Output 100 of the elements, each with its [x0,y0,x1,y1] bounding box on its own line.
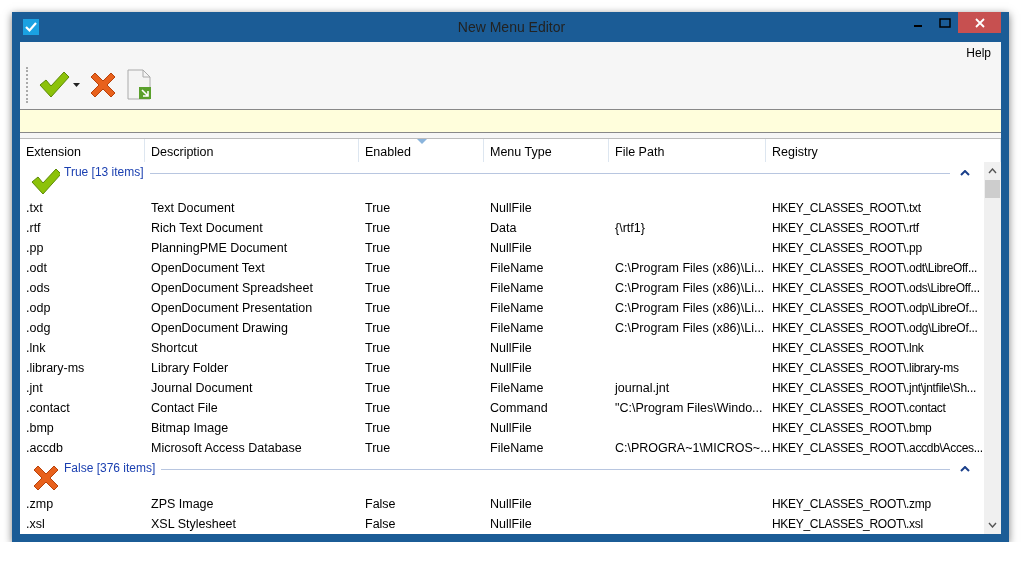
maximize-icon[interactable] [938,17,951,28]
table-cell: True [365,241,391,255]
table-cell: NullFile [490,497,532,511]
table-cell: C:\PROGRA~1\MICROS~... [615,441,771,455]
table-cell: HKEY_CLASSES_ROOT\.txt [772,201,921,215]
column-header[interactable]: Extension [20,139,145,162]
table-cell: True [365,361,391,375]
table-cell: PlanningPME Document [151,241,288,255]
table-cell: HKEY_CLASSES_ROOT\.odg\LibreOf... [772,321,978,335]
table-cell: FileName [490,381,544,395]
table-cell: HKEY_CLASSES_ROOT\.lnk [772,341,924,355]
table-cell: OpenDocument Presentation [151,301,313,315]
table-cell: .contact [26,401,70,415]
table-cell: .txt [26,201,43,215]
scroll-thumb[interactable] [985,180,1000,198]
table-cell: {\rtf1} [615,221,645,235]
table-cell: HKEY_CLASSES_ROOT\.library-ms [772,361,959,375]
table-cell: False [365,517,396,531]
table-cell: journal.jnt [615,381,670,395]
group-label[interactable]: True [13 items] [64,165,144,179]
table-cell: True [365,221,391,235]
table-cell: .xsl [26,517,45,531]
table-cell: HKEY_CLASSES_ROOT\.accdb\Acces... [772,441,983,455]
table-cell: .bmp [26,421,54,435]
table-cell: NullFile [490,201,532,215]
table-cell: True [365,421,391,435]
scroll-up-icon[interactable] [988,168,997,174]
table-cell: NullFile [490,341,532,355]
table-cell: .odt [26,261,47,275]
table-cell: HKEY_CLASSES_ROOT\.rtf [772,221,919,235]
table-cell: HKEY_CLASSES_ROOT\.xsl [772,517,923,531]
filter-field[interactable] [20,109,1001,133]
table-cell: True [365,301,391,315]
dropdown-caret-icon[interactable] [73,83,80,87]
table-cell: .ods [26,281,50,295]
column-header[interactable]: File Path [609,139,766,162]
table-cell: ZPS Image [151,497,214,511]
table-cell: Bitmap Image [151,421,229,435]
table-cell: True [365,341,391,355]
table-cell: OpenDocument Text [151,261,265,275]
table-cell: True [365,321,391,335]
table-cell: NullFile [490,361,532,375]
table-cell: Shortcut [151,341,198,355]
column-header[interactable]: Enabled [359,139,484,162]
table-cell: XSL Stylesheet [151,517,236,531]
table-cell: OpenDocument Drawing [151,321,288,335]
table-cell: FileName [490,261,544,275]
table-cell: FileName [490,441,544,455]
collapse-chevron-icon[interactable] [960,170,970,176]
table-cell: C:\Program Files (x86)\Li... [615,301,765,315]
table-cell: Rich Text Document [151,221,263,235]
table-cell: Microsoft Access Database [151,441,302,455]
app-icon [23,19,39,35]
table-cell: FileName [490,301,544,315]
column-header[interactable]: Description [145,139,359,162]
column-header[interactable]: Menu Type [484,139,609,162]
table-cell: .jnt [26,381,43,395]
window-title: New Menu Editor [457,19,566,35]
collapse-chevron-icon[interactable] [960,466,970,472]
table-cell: FileName [490,281,544,295]
table-cell: .odp [26,301,51,315]
table-cell: OpenDocument Spreadsheet [151,281,313,295]
close-button[interactable] [958,12,1001,33]
table-cell: True [365,201,391,215]
table-cell: Data [490,221,517,235]
table-cell: False [365,497,396,511]
table-cell: HKEY_CLASSES_ROOT\.ods\LibreOff... [772,281,980,295]
table-cell: Library Folder [151,361,229,375]
table-cell: Command [490,401,548,415]
table-cell: HKEY_CLASSES_ROOT\.odp\LibreOf... [772,301,978,315]
table-cell: .odg [26,321,51,335]
menu-item[interactable]: Help [966,46,991,64]
table-cell: True [365,381,391,395]
table-cell: FileName [490,321,544,335]
close-icon[interactable] [974,17,985,28]
table-cell: NullFile [490,241,532,255]
scroll-down-icon[interactable] [988,522,997,528]
table-cell: Contact File [151,401,218,415]
table-cell: .zmp [26,497,54,511]
table-cell: True [365,281,391,295]
table-cell: .rtf [26,221,41,235]
group-label[interactable]: False [376 items] [64,461,156,475]
table-cell: True [365,261,391,275]
table-cell: HKEY_CLASSES_ROOT\.zmp [772,497,931,511]
table-cell: .library-ms [26,361,85,375]
table-cell: C:\Program Files (x86)\Li... [615,261,765,275]
checkmark-icon [30,166,60,196]
table-cell: .lnk [26,341,46,355]
table-cell: NullFile [490,421,532,435]
table-cell: HKEY_CLASSES_ROOT\.jnt\jntfile\Sh... [772,381,976,395]
table-cell: Text Document [151,201,235,215]
table-cell: True [365,401,391,415]
table-cell: Journal Document [151,381,253,395]
table-cell: C:\Program Files (x86)\Li... [615,321,765,335]
table-cell: HKEY_CLASSES_ROOT\.pp [772,241,922,255]
table-cell: HKEY_CLASSES_ROOT\.contact [772,401,946,415]
table-cell: C:\Program Files (x86)\Li... [615,281,765,295]
table-cell: HKEY_CLASSES_ROOT\.odt\LibreOff... [772,261,977,275]
scrollbar[interactable] [984,162,1001,534]
table-cell: "C:\Program Files\Windo... [615,401,763,415]
